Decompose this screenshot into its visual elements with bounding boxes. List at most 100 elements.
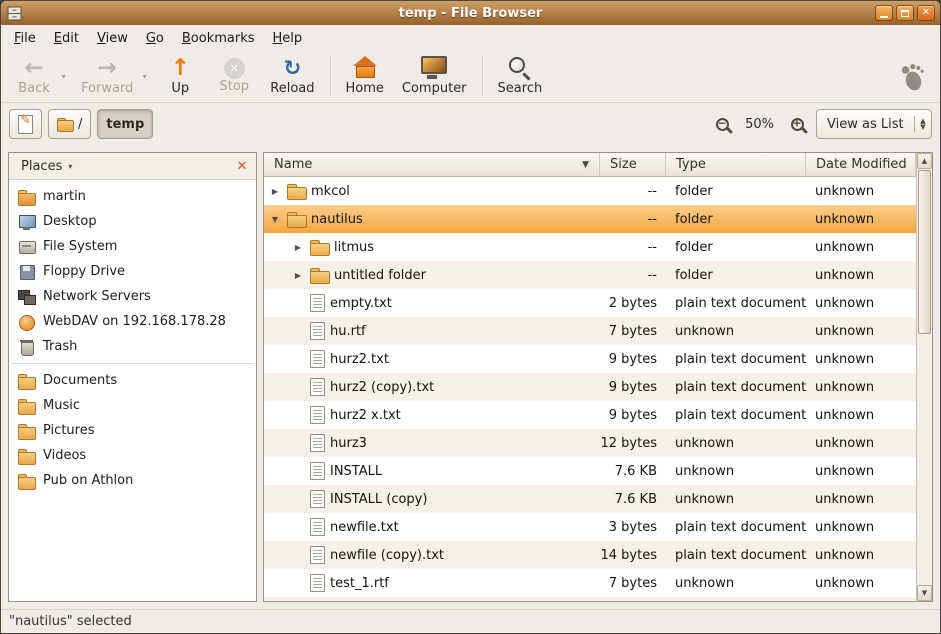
modified-cell: unknown bbox=[806, 513, 916, 541]
sidebar-item-pictures[interactable]: Pictures bbox=[9, 418, 256, 443]
menu-edit[interactable]: Edit bbox=[45, 27, 88, 50]
maximize-button[interactable] bbox=[896, 5, 914, 21]
minimize-button[interactable] bbox=[875, 5, 893, 21]
file-name: test_1.rtf bbox=[330, 576, 389, 591]
back-button[interactable]: Back bbox=[7, 52, 61, 101]
combobox-arrows-icon: ▲▼ bbox=[915, 118, 931, 130]
file-row-newfile-txt[interactable]: newfile.txt3 bytesplain text documentunk… bbox=[264, 513, 916, 541]
sidebar-item-floppy-drive[interactable]: Floppy Drive bbox=[9, 259, 256, 284]
path-current-button[interactable]: temp bbox=[97, 109, 153, 139]
forward-icon bbox=[92, 55, 122, 81]
file-row-hurz3[interactable]: hurz312 bytesunknownunknown bbox=[264, 429, 916, 457]
sidebar-item-music[interactable]: Music bbox=[9, 393, 256, 418]
sidebar-item-network-servers[interactable]: Network Servers bbox=[9, 284, 256, 309]
scroll-down-button[interactable]: ▼ bbox=[917, 585, 932, 601]
forward-history-dropdown-button[interactable]: ▾ bbox=[138, 52, 151, 101]
name-cell: test_1.rtf bbox=[264, 569, 600, 597]
computer-button[interactable]: Computer bbox=[393, 52, 476, 101]
file-row-hurz2-txt[interactable]: hurz2.txt9 bytesplain text documentunkno… bbox=[264, 345, 916, 373]
zoom-in-button[interactable] bbox=[784, 111, 810, 137]
close-button[interactable]: ✕ bbox=[917, 5, 935, 21]
file-row-test-1-rtf[interactable]: test_1.rtf7 bytesunknownunknown bbox=[264, 569, 916, 597]
desktop-icon bbox=[18, 214, 35, 230]
sidebar-item-webdav-on-192-168-178-28[interactable]: WebDAV on 192.168.178.28 bbox=[9, 309, 256, 334]
sidebar-item-martin[interactable]: martin bbox=[9, 184, 256, 209]
stop-icon bbox=[224, 58, 245, 79]
expander-icon[interactable]: ▼ bbox=[268, 215, 282, 224]
sidebar-item-videos[interactable]: Videos bbox=[9, 443, 256, 468]
stop-button[interactable]: Stop bbox=[207, 52, 261, 101]
sidebar-item-pub-on-athlon[interactable]: Pub on Athlon bbox=[9, 468, 256, 493]
forward-button[interactable]: Forward bbox=[72, 52, 142, 101]
column-header-type[interactable]: Type bbox=[666, 153, 806, 177]
window-title: temp - File Browser bbox=[1, 6, 940, 21]
path-root-button[interactable]: / bbox=[48, 109, 91, 139]
file-row-mkcol[interactable]: ▶mkcol--folderunknown bbox=[264, 177, 916, 205]
reload-icon bbox=[277, 55, 307, 81]
file-name: empty.txt bbox=[330, 296, 392, 311]
sidebar-item-desktop[interactable]: Desktop bbox=[9, 209, 256, 234]
modified-cell: unknown bbox=[806, 457, 916, 485]
column-header-size[interactable]: Size bbox=[600, 153, 666, 177]
column-header-date-modified[interactable]: Date Modified bbox=[806, 153, 916, 177]
file-name: hurz2 (copy).txt bbox=[330, 380, 434, 395]
text-file-icon bbox=[310, 294, 325, 312]
type-cell: unknown bbox=[666, 569, 806, 597]
modified-cell: unknown bbox=[806, 289, 916, 317]
menu-help[interactable]: Help bbox=[264, 27, 312, 50]
file-row-untitled-folder-2[interactable]: untitled folder (2)1.7 KBunknownunknown bbox=[264, 597, 916, 601]
floppy-icon bbox=[18, 264, 35, 280]
expander-icon[interactable]: ▶ bbox=[291, 243, 305, 252]
sidebar-item-file-system[interactable]: File System bbox=[9, 234, 256, 259]
view-mode-select[interactable]: View as List ▲▼ bbox=[816, 109, 932, 139]
file-name: nautilus bbox=[311, 212, 363, 227]
scroll-up-button[interactable]: ▲ bbox=[917, 153, 932, 169]
toolbar-button-label: Home bbox=[346, 82, 384, 96]
menu-file[interactable]: File bbox=[5, 27, 45, 50]
file-row-hurz2-x-txt[interactable]: hurz2 x.txt9 bytesplain text documentunk… bbox=[264, 401, 916, 429]
search-button[interactable]: Search bbox=[489, 52, 552, 101]
sidebar-item-documents[interactable]: Documents bbox=[9, 368, 256, 393]
menu-go[interactable]: Go bbox=[137, 27, 173, 50]
vertical-scrollbar[interactable]: ▲ ▼ bbox=[916, 153, 932, 601]
text-file-icon bbox=[310, 350, 325, 368]
file-row-hu-rtf[interactable]: hu.rtf7 bytesunknownunknown bbox=[264, 317, 916, 345]
network-icon bbox=[18, 289, 35, 305]
menu-view[interactable]: View bbox=[88, 27, 137, 50]
file-row-hurz2-copy-txt[interactable]: hurz2 (copy).txt9 bytesplain text docume… bbox=[264, 373, 916, 401]
chevron-down-icon: ▾ bbox=[68, 162, 72, 171]
column-header-name[interactable]: Name ▼ bbox=[264, 153, 600, 177]
sidebar-close-button[interactable]: ✕ bbox=[232, 156, 252, 176]
toolbar-button-label: Stop bbox=[220, 80, 250, 94]
expander-icon[interactable]: ▶ bbox=[291, 271, 305, 280]
file-row-litmus[interactable]: ▶litmus--folderunknown bbox=[264, 233, 916, 261]
minimize-icon bbox=[880, 16, 888, 18]
size-cell: 12 bytes bbox=[600, 429, 666, 457]
expander-icon[interactable]: ▶ bbox=[268, 187, 282, 196]
size-cell: -- bbox=[600, 205, 666, 233]
file-name: newfile (copy).txt bbox=[330, 548, 444, 563]
menu-bookmarks[interactable]: Bookmarks bbox=[173, 27, 264, 50]
file-row-empty-txt[interactable]: empty.txt2 bytesplain text documentunkno… bbox=[264, 289, 916, 317]
reload-button[interactable]: Reload bbox=[261, 52, 323, 101]
up-button[interactable]: Up bbox=[153, 52, 207, 101]
file-row-install-copy[interactable]: INSTALL (copy)7.6 KBunknownunknown bbox=[264, 485, 916, 513]
scrollbar-track[interactable] bbox=[917, 169, 932, 585]
type-cell: folder bbox=[666, 205, 806, 233]
name-cell: INSTALL bbox=[264, 457, 600, 485]
back-history-dropdown-button[interactable]: ▾ bbox=[57, 52, 70, 101]
titlebar[interactable]: temp - File Browser ✕ bbox=[1, 1, 940, 25]
scrollbar-thumb[interactable] bbox=[918, 170, 931, 334]
list-header: Name ▼ Size Type Date Modified bbox=[264, 153, 916, 177]
folder-icon bbox=[287, 211, 306, 227]
file-row-install[interactable]: INSTALL7.6 KBunknownunknown bbox=[264, 457, 916, 485]
file-row-nautilus[interactable]: ▼nautilus--folderunknown bbox=[264, 205, 916, 233]
file-row-untitled-folder[interactable]: ▶untitled folder--folderunknown bbox=[264, 261, 916, 289]
name-cell: newfile.txt bbox=[264, 513, 600, 541]
home-button[interactable]: Home bbox=[337, 52, 393, 101]
file-row-newfile-copy-txt[interactable]: newfile (copy).txt14 bytesplain text doc… bbox=[264, 541, 916, 569]
places-dropdown-button[interactable]: Places ▾ bbox=[13, 156, 80, 177]
sidebar-item-trash[interactable]: Trash bbox=[9, 334, 256, 359]
zoom-out-button[interactable] bbox=[709, 111, 735, 137]
edit-location-button[interactable] bbox=[9, 109, 42, 139]
